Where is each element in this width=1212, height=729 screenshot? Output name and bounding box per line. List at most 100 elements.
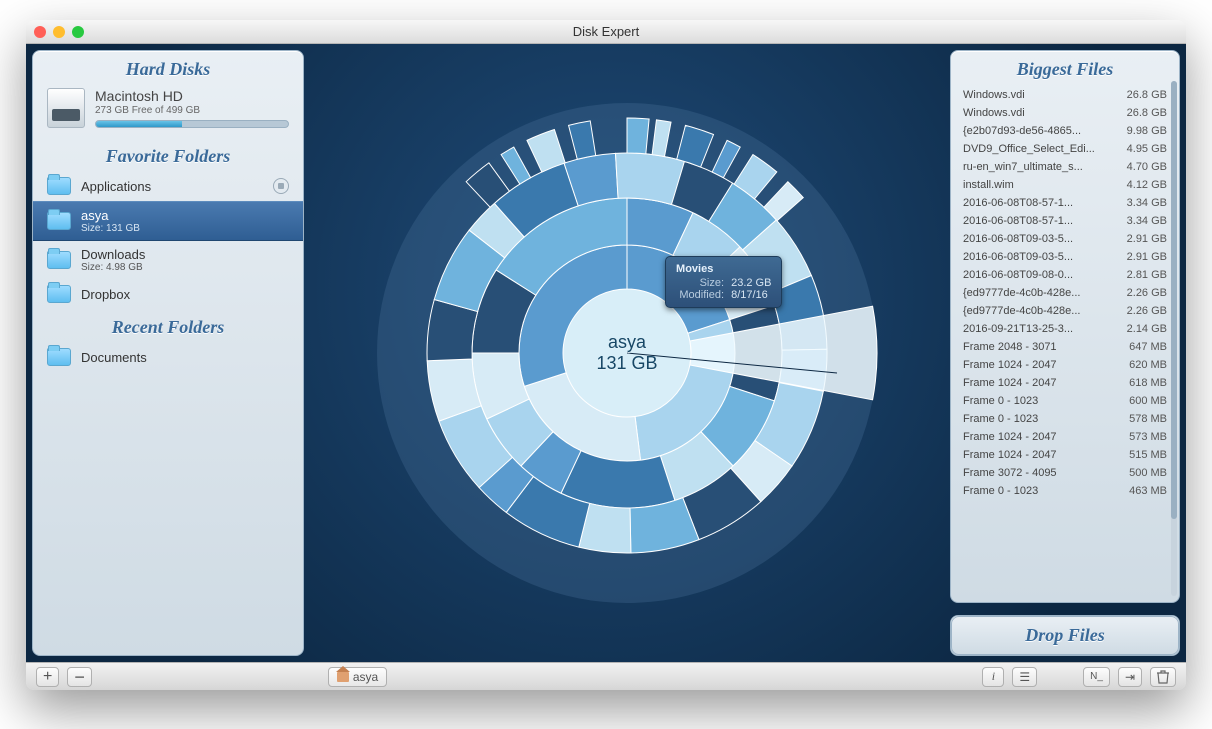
- file-name: Frame 2048 - 3071: [963, 341, 1057, 353]
- file-size: 26.8 GB: [1127, 107, 1167, 119]
- add-button[interactable]: +: [36, 667, 59, 687]
- folder-icon: [47, 348, 71, 366]
- biggest-file-row[interactable]: ru-en_win7_ultimate_s... 4.70 GB: [951, 158, 1179, 176]
- file-size: 618 MB: [1129, 377, 1167, 389]
- file-name: 2016-09-21T13-25-3...: [963, 323, 1073, 335]
- sunburst-segment[interactable]: [627, 118, 649, 154]
- biggest-file-row[interactable]: 2016-06-08T09-08-0... 2.81 GB: [951, 266, 1179, 284]
- rename-button[interactable]: N_: [1083, 667, 1110, 687]
- file-size: 2.26 GB: [1127, 305, 1167, 317]
- favorite-folder-item[interactable]: DownloadsSize: 4.98 GB: [33, 241, 303, 279]
- home-icon: [337, 672, 349, 682]
- biggest-file-row[interactable]: install.wim 4.12 GB: [951, 176, 1179, 194]
- file-size: 578 MB: [1129, 413, 1167, 425]
- folder-label: Documents: [81, 350, 147, 365]
- file-name: ru-en_win7_ultimate_s...: [963, 161, 1083, 173]
- minimize-window-button[interactable]: [53, 26, 65, 38]
- biggest-file-row[interactable]: {ed9777de-4c0b-428e... 2.26 GB: [951, 284, 1179, 302]
- info-button[interactable]: i: [982, 667, 1004, 687]
- close-window-button[interactable]: [34, 26, 46, 38]
- folder-label: Dropbox: [81, 287, 130, 302]
- disk-usage-fill: [96, 121, 182, 127]
- biggest-file-row[interactable]: Frame 0 - 1023 463 MB: [951, 482, 1179, 500]
- file-size: 4.12 GB: [1127, 179, 1167, 191]
- file-name: Frame 0 - 1023: [963, 413, 1038, 425]
- file-name: {ed9777de-4c0b-428e...: [963, 287, 1080, 299]
- file-size: 600 MB: [1129, 395, 1167, 407]
- file-size: 573 MB: [1129, 431, 1167, 443]
- breadcrumb[interactable]: asya: [328, 667, 387, 687]
- folder-icon: [47, 177, 71, 195]
- file-name: DVD9_Office_Select_Edi...: [963, 143, 1095, 155]
- biggest-file-row[interactable]: 2016-06-08T09-03-5... 2.91 GB: [951, 248, 1179, 266]
- biggest-file-row[interactable]: Windows.vdi 26.8 GB: [951, 86, 1179, 104]
- biggest-file-row[interactable]: Frame 3072 - 4095 500 MB: [951, 464, 1179, 482]
- biggest-files-heading: Biggest Files: [951, 51, 1179, 84]
- list-view-button[interactable]: ☰: [1012, 667, 1037, 687]
- sunburst-panel: asya 131 GB Movies Size: 23.2 GB Modifie…: [310, 50, 944, 656]
- biggest-files-list[interactable]: Windows.vdi 26.8 GBWindows.vdi 26.8 GB{e…: [951, 84, 1179, 602]
- folder-icon: [47, 285, 71, 303]
- biggest-files-panel: Biggest Files Windows.vdi 26.8 GBWindows…: [950, 50, 1180, 603]
- trash-button[interactable]: [1150, 667, 1176, 687]
- export-button[interactable]: ⇥: [1118, 667, 1142, 687]
- file-size: 2.91 GB: [1127, 233, 1167, 245]
- biggest-file-row[interactable]: DVD9_Office_Select_Edi... 4.95 GB: [951, 140, 1179, 158]
- app-window: Disk Expert Hard Disks Macintosh HD 273 …: [26, 20, 1186, 690]
- drop-files-panel[interactable]: Drop Files: [950, 615, 1180, 656]
- file-size: 26.8 GB: [1127, 89, 1167, 101]
- biggest-file-row[interactable]: {ed9777de-4c0b-428e... 2.26 GB: [951, 302, 1179, 320]
- file-name: install.wim: [963, 179, 1014, 191]
- favorite-folders-list: Applications asyaSize: 131 GB DownloadsS…: [33, 171, 303, 309]
- sunburst-segment[interactable]: [615, 153, 684, 205]
- file-size: 515 MB: [1129, 449, 1167, 461]
- biggest-file-row[interactable]: 2016-06-08T08-57-1... 3.34 GB: [951, 212, 1179, 230]
- file-name: 2016-06-08T09-03-5...: [963, 251, 1073, 263]
- biggest-file-row[interactable]: 2016-06-08T09-03-5... 2.91 GB: [951, 230, 1179, 248]
- tooltip-name: Movies: [676, 263, 771, 275]
- zoom-window-button[interactable]: [72, 26, 84, 38]
- file-size: 2.26 GB: [1127, 287, 1167, 299]
- biggest-file-row[interactable]: Windows.vdi 26.8 GB: [951, 104, 1179, 122]
- biggest-file-row[interactable]: Frame 1024 - 2047 573 MB: [951, 428, 1179, 446]
- file-size: 500 MB: [1129, 467, 1167, 479]
- disk-item[interactable]: Macintosh HD 273 GB Free of 499 GB: [33, 84, 303, 138]
- tooltip-size-value: 23.2 GB: [731, 277, 771, 289]
- disk-name: Macintosh HD: [95, 88, 289, 104]
- file-size: 3.34 GB: [1127, 197, 1167, 209]
- sunburst-center-label: asya 131 GB: [596, 332, 657, 374]
- scrollbar[interactable]: [1171, 81, 1177, 596]
- disk-info: Macintosh HD 273 GB Free of 499 GB: [95, 88, 289, 128]
- titlebar: Disk Expert: [26, 20, 1186, 44]
- biggest-file-row[interactable]: Frame 1024 - 2047 618 MB: [951, 374, 1179, 392]
- biggest-file-row[interactable]: Frame 2048 - 3071 647 MB: [951, 338, 1179, 356]
- biggest-file-row[interactable]: Frame 0 - 1023 600 MB: [951, 392, 1179, 410]
- sunburst-chart[interactable]: asya 131 GB Movies Size: 23.2 GB Modifie…: [310, 50, 944, 656]
- file-name: 2016-06-08T08-57-1...: [963, 197, 1073, 209]
- main-content: Hard Disks Macintosh HD 273 GB Free of 4…: [26, 44, 1186, 662]
- favorite-folder-item[interactable]: asyaSize: 131 GB: [33, 201, 303, 241]
- biggest-file-row[interactable]: 2016-06-08T08-57-1... 3.34 GB: [951, 194, 1179, 212]
- folder-label: Applications: [81, 179, 151, 194]
- disk-free-label: 273 GB Free of 499 GB: [95, 105, 289, 116]
- stop-scan-icon[interactable]: [273, 178, 289, 194]
- file-name: Frame 1024 - 2047: [963, 431, 1057, 443]
- file-name: Frame 1024 - 2047: [963, 377, 1057, 389]
- biggest-file-row[interactable]: 2016-09-21T13-25-3... 2.14 GB: [951, 320, 1179, 338]
- biggest-file-row[interactable]: Frame 1024 - 2047 620 MB: [951, 356, 1179, 374]
- recent-folder-item[interactable]: Documents: [33, 342, 303, 372]
- file-name: Frame 0 - 1023: [963, 395, 1038, 407]
- favorite-folders-heading: Favorite Folders: [33, 138, 303, 171]
- tooltip-mod-key: Modified:: [676, 289, 724, 301]
- biggest-file-row[interactable]: Frame 0 - 1023 578 MB: [951, 410, 1179, 428]
- file-size: 620 MB: [1129, 359, 1167, 371]
- window-title: Disk Expert: [26, 24, 1186, 39]
- biggest-file-row[interactable]: Frame 1024 - 2047 515 MB: [951, 446, 1179, 464]
- file-name: {ed9777de-4c0b-428e...: [963, 305, 1080, 317]
- favorite-folder-item[interactable]: Applications: [33, 171, 303, 201]
- favorite-folder-item[interactable]: Dropbox: [33, 279, 303, 309]
- remove-button[interactable]: −: [67, 667, 92, 687]
- biggest-file-row[interactable]: {e2b07d93-de56-4865... 9.98 GB: [951, 122, 1179, 140]
- tooltip-mod-value: 8/17/16: [731, 289, 768, 301]
- right-column: Biggest Files Windows.vdi 26.8 GBWindows…: [950, 50, 1180, 656]
